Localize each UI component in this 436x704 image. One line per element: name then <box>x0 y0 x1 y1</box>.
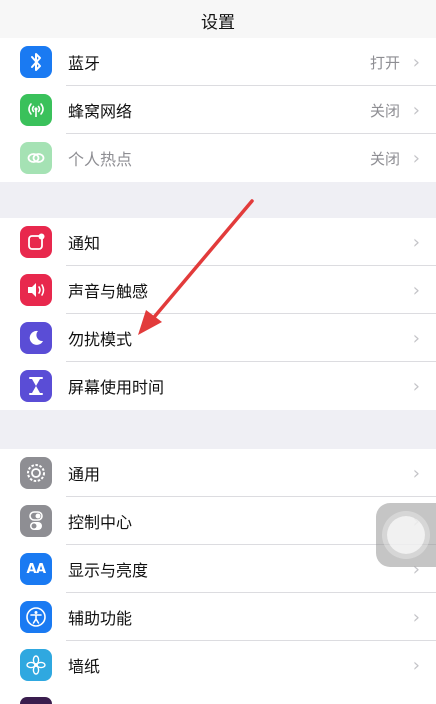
settings-row-general[interactable]: 通用 › <box>0 449 436 497</box>
hourglass-icon <box>20 370 52 402</box>
accessibility-icon <box>20 601 52 633</box>
next-row-peek <box>0 689 436 704</box>
settings-row-label: 蜂窝网络 <box>68 102 133 121</box>
moon-icon <box>20 322 52 354</box>
notifications-icon <box>20 226 52 258</box>
notifications-group: 通知 › 声音与触感 › 勿扰模式 › 屏幕使用时间 › <box>0 218 436 410</box>
settings-row-bluetooth[interactable]: 蓝牙 打开 › <box>0 38 436 86</box>
settings-row-control-center[interactable]: 控制中心 › <box>0 497 436 545</box>
chevron-right-icon: › <box>412 606 420 628</box>
chevron-right-icon: › <box>412 462 420 484</box>
settings-row-accessibility[interactable]: 辅助功能 › <box>0 593 436 641</box>
settings-row-label: 控制中心 <box>68 513 133 532</box>
settings-row-label: 勿扰模式 <box>68 330 133 349</box>
chevron-right-icon: › <box>412 327 420 349</box>
settings-row-label: 个人热点 <box>68 150 133 169</box>
gear-icon <box>20 457 52 489</box>
assistive-touch-icon <box>387 516 425 554</box>
settings-row-display-brightness[interactable]: AA 显示与亮度 › <box>0 545 436 593</box>
chevron-right-icon: › <box>412 99 420 121</box>
chevron-right-icon: › <box>412 231 420 253</box>
sound-icon <box>20 274 52 306</box>
settings-row-label: 辅助功能 <box>68 609 133 628</box>
navigation-bar: 设置 <box>0 0 436 42</box>
app-icon-partial <box>20 697 52 704</box>
wallpaper-icon <box>20 649 52 681</box>
settings-row-wallpaper[interactable]: 墙纸 › <box>0 641 436 689</box>
general-group: 通用 › 控制中心 › AA 显示与亮度 › 辅助功能 › 墙纸 › <box>0 449 436 689</box>
chevron-right-icon: › <box>412 375 420 397</box>
connectivity-group: 蓝牙 打开 › 蜂窝网络 关闭 › 个人热点 关闭 › <box>0 38 436 182</box>
settings-row-sound[interactable]: 声音与触感 › <box>0 266 436 314</box>
chevron-right-icon: › <box>412 51 420 73</box>
bluetooth-icon <box>20 46 52 78</box>
settings-row-value: 打开 <box>369 53 400 72</box>
assistive-touch-button[interactable] <box>376 503 436 567</box>
settings-row-screen-time[interactable]: 屏幕使用时间 › <box>0 362 436 410</box>
settings-row-hotspot[interactable]: 个人热点 关闭 › <box>0 134 436 182</box>
settings-row-label: 显示与亮度 <box>68 561 149 580</box>
cellular-icon <box>20 94 52 126</box>
page-title: 设置 <box>201 13 235 33</box>
chevron-right-icon: › <box>412 279 420 301</box>
settings-row-notifications[interactable]: 通知 › <box>0 218 436 266</box>
settings-row-label: 通知 <box>68 234 101 253</box>
text-size-glyph: AA <box>26 561 46 577</box>
chevron-right-icon: › <box>412 147 420 169</box>
toggles-icon <box>20 505 52 537</box>
settings-row-label: 墙纸 <box>68 657 101 676</box>
chevron-right-icon: › <box>412 654 420 676</box>
settings-row-label: 声音与触感 <box>68 282 149 301</box>
hotspot-icon <box>20 142 52 174</box>
settings-row-cellular[interactable]: 蜂窝网络 关闭 › <box>0 86 436 134</box>
settings-row-value: 关闭 <box>369 101 400 120</box>
settings-row-label: 通用 <box>68 465 101 484</box>
text-size-icon: AA <box>20 553 52 585</box>
settings-row-value: 关闭 <box>369 149 400 168</box>
settings-row-label: 屏幕使用时间 <box>68 378 165 397</box>
settings-row-label: 蓝牙 <box>68 54 101 73</box>
settings-row-do-not-disturb[interactable]: 勿扰模式 › <box>0 314 436 362</box>
